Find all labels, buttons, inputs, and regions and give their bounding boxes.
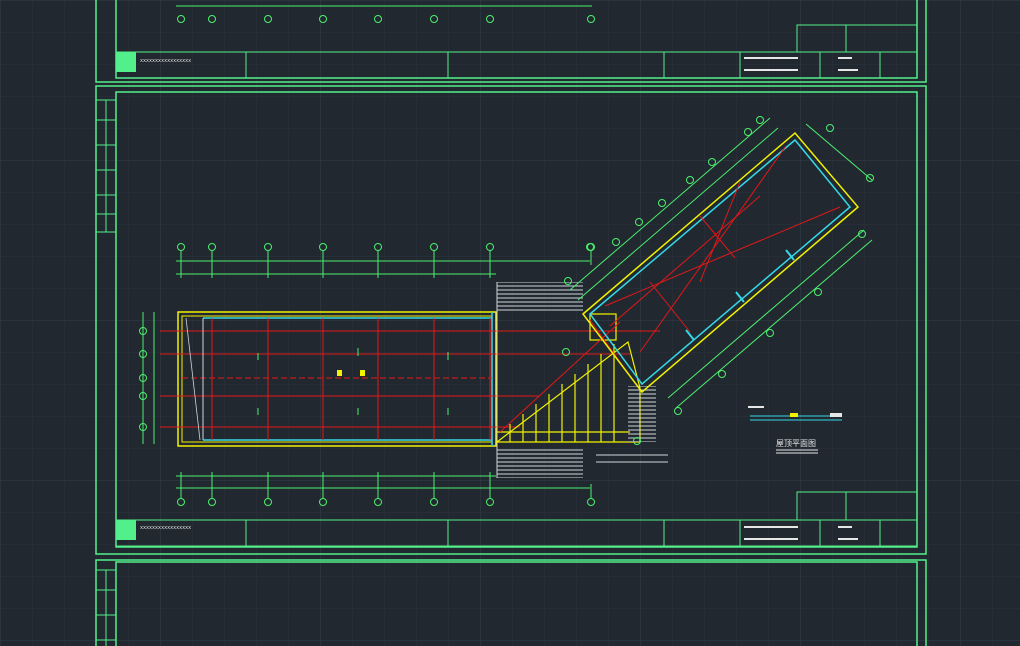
major-grid — [0, 0, 1020, 646]
cad-model-viewport[interactable]: xxxxxxxxxxxxxxxxx xxxxxxxxxxxxxxxxx 屋顶平面… — [0, 0, 1020, 646]
upper-project-text: xxxxxxxxxxxxxxxxx — [140, 58, 191, 64]
plan-caption: 屋顶平面图 — [776, 439, 816, 448]
side-stair-hatch — [628, 386, 656, 442]
cad-canvas[interactable]: xxxxxxxxxxxxxxxxx xxxxxxxxxxxxxxxxx 屋顶平面… — [0, 0, 1020, 646]
top-stair-hatch — [497, 282, 583, 312]
bottom-stair-hatch — [497, 448, 583, 478]
middle-project-text: xxxxxxxxxxxxxxxxx — [140, 525, 191, 531]
upper-logo-block — [116, 52, 136, 72]
middle-logo-block — [116, 520, 136, 540]
